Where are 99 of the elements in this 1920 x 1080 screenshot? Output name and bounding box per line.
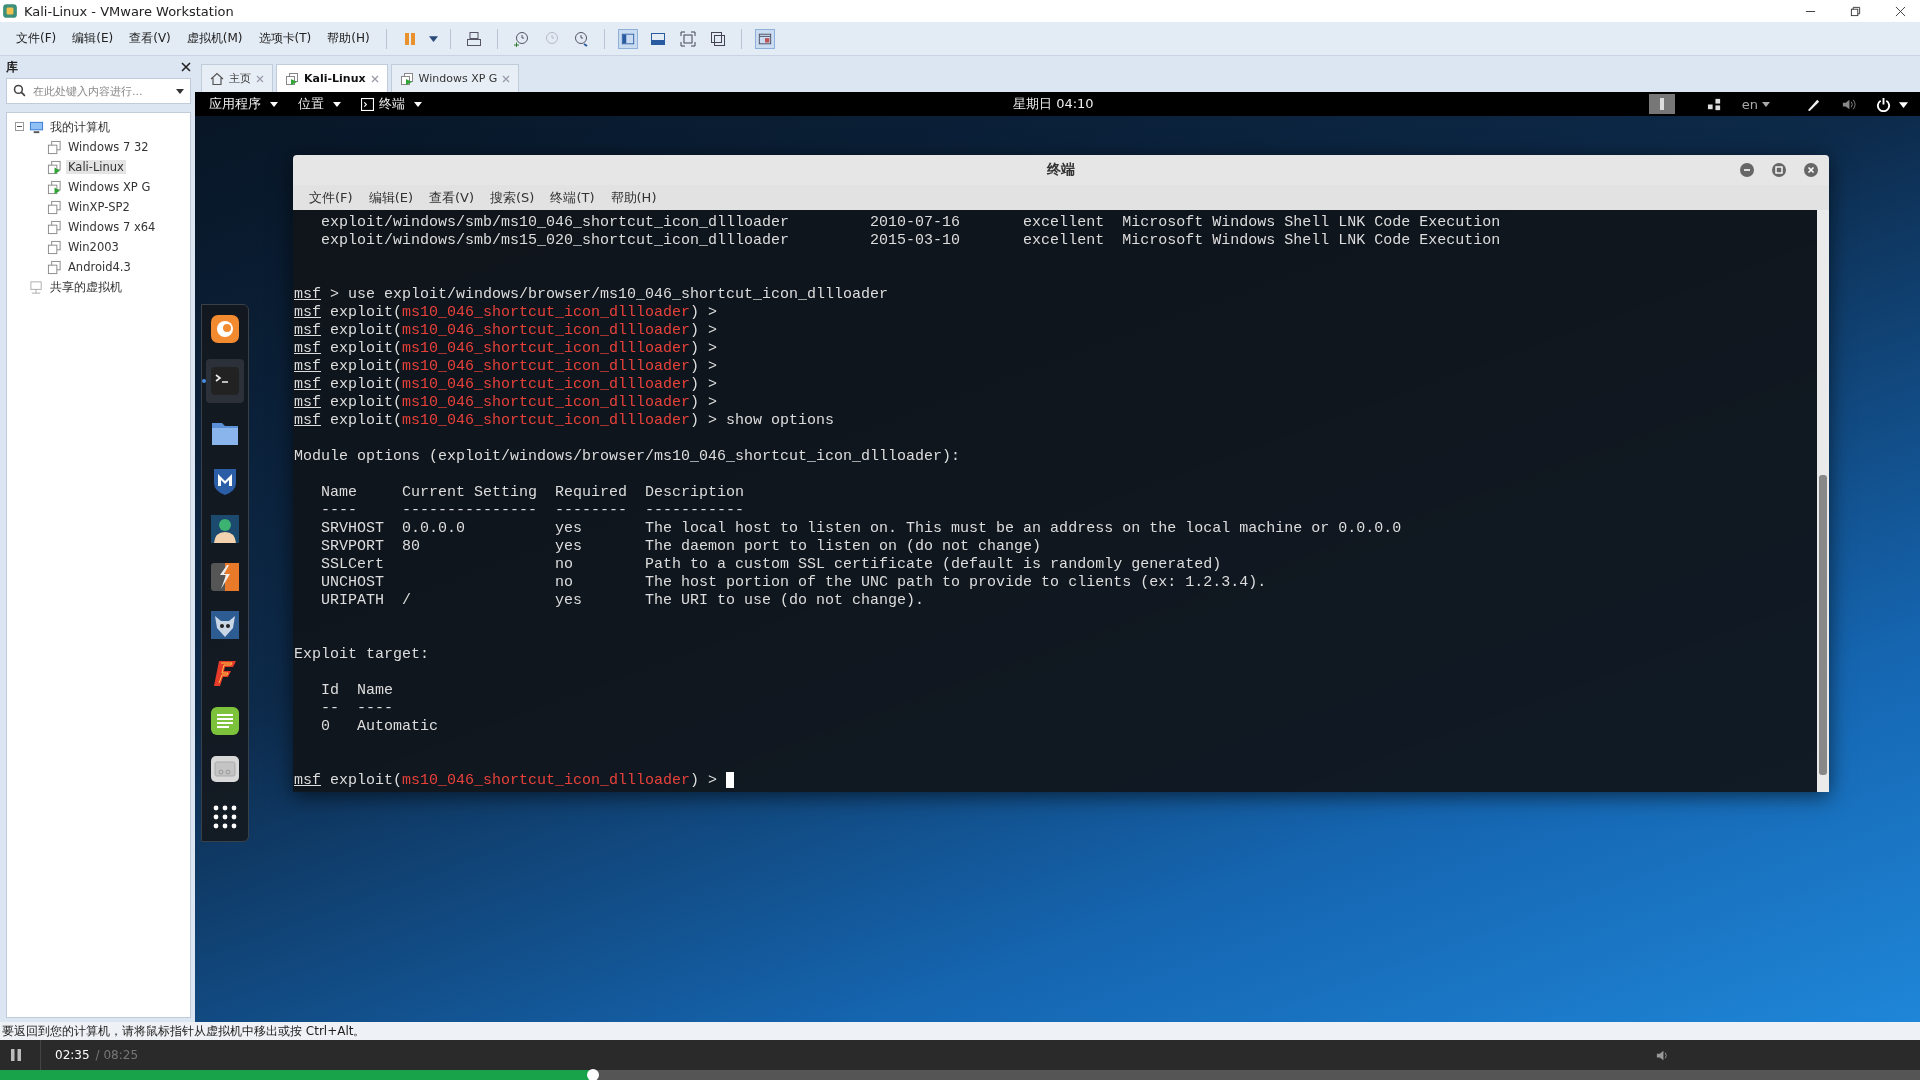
collapse-toggle[interactable] [15,122,25,132]
menu-item[interactable]: 文件(F) [301,188,361,207]
close-icon[interactable] [1803,162,1819,178]
bolt-icon [210,562,240,592]
menu-item[interactable]: 终端(T) [542,188,603,207]
terminal-line: exploit/windows/smb/ms10_046_shortcut_icon_dllloader 2010-07-16 excellent Microsoft Windows Shell LNK Code Execution [320,214,1502,232]
scrollbar[interactable] [1817,210,1829,792]
vm-icon [285,71,299,86]
maximize-icon[interactable] [1771,162,1787,178]
panel-menu[interactable]: 位置 [298,95,341,113]
menu-item[interactable]: 编辑(E) [360,188,421,207]
terminal-line: 0 Automatic [320,718,440,736]
vm-icon [399,71,414,86]
elapsed-time: 02:35 [55,1048,90,1062]
terminal-line: URIPATH / yes The URI to use (do not change). [320,592,926,610]
window-title: Kali-Linux - VMware Workstation [24,3,234,19]
terminal-line: msf exploit(ms10_046_shortcut_icon_dllloader) > [294,340,718,357]
panel-menu[interactable]: 终端 [361,95,422,113]
terminal-line: UNCHOST no The host portion of the UNC path to provide to clients (ex: 1.2.3.4). [320,574,1268,592]
terminal-line: SRVHOST 0.0.0.0 yes The local host to listen on. This must be an address on the local machine or 0.0.0.0 [320,520,1403,538]
terminal-title: 终端 [1047,161,1075,179]
terminal-line: msf exploit(ms10_046_shortcut_icon_dllloader) > [294,304,718,321]
minimize-icon[interactable] [1739,162,1755,178]
total-time: / 08:25 [95,1048,139,1062]
tree-item[interactable]: 共享的虚拟机 [48,279,124,295]
caret-icon [333,100,341,108]
tab[interactable]: Kali-Linux [276,64,388,92]
close-icon[interactable] [181,62,191,72]
clock[interactable]: 星期日 04:10 [1013,95,1094,113]
tree-item[interactable]: Windows XP G [66,180,153,194]
terminal-line: SSLCert no Path to a custom SSL certificate (default is randomly generated) [320,556,1223,574]
terminal-line: exploit/windows/smb/ms15_020_shortcut_icon_dllloader 2015-03-10 excellent Microsoft Windows Shell LNK Code Execution [320,232,1502,250]
terminal-line: Name Current Setting Required Description [320,484,746,502]
app-icon [2,3,18,19]
menu-item[interactable]: 文件(F) [8,30,65,47]
power-icon[interactable] [1876,96,1891,112]
menu-item[interactable]: 编辑(E) [64,30,122,47]
tree-item[interactable]: Win2003 [66,240,121,254]
caret-icon [414,100,422,108]
menu-item[interactable]: 帮助(H) [319,30,378,47]
workspace-icon[interactable] [1648,94,1675,114]
tree-item[interactable]: Android4.3 [66,260,133,274]
caret-icon[interactable] [428,34,438,43]
caret-icon[interactable] [1899,99,1908,109]
tab-label: Windows XP G [418,72,498,85]
terminal-line: msf exploit(ms10_046_shortcut_icon_dllloader) > [294,394,718,411]
browser-icon [210,314,240,344]
person-icon [210,514,240,544]
notepad-icon [210,706,240,736]
terminal-line: Exploit target: [294,646,431,664]
menu-item[interactable]: 帮助(H) [602,188,665,207]
tree-item[interactable]: Windows 7 x64 [66,220,158,234]
library-title: 库 [6,58,18,76]
caret-icon [1762,100,1770,108]
panel-menu[interactable]: 应用程序 [209,95,278,113]
drive-icon [210,754,240,784]
search-field[interactable]: 在此处键入内容进行... [6,78,191,104]
computer-icon [29,119,44,135]
menu-item[interactable]: 虚拟机(M) [178,30,251,47]
network-icon[interactable] [1706,96,1722,112]
sidebar-view-icon[interactable] [617,28,638,49]
terminal-line: msf exploit(ms10_046_shortcut_icon_dllloader) > [294,358,718,375]
terminal-line: msf > use exploit/windows/browser/ms10_046_shortcut_icon_dllloader [294,286,889,303]
pause-icon[interactable] [10,1048,22,1062]
shared-icon [29,279,44,295]
restore-icon[interactable] [1850,5,1861,17]
menu-item[interactable]: 搜索(S) [482,188,543,207]
terminal-line: Module options (exploit/windows/browser/ms10_046_shortcut_icon_dllloader): [294,448,962,466]
menu-item[interactable]: 查看(V) [421,188,483,207]
search-icon [13,84,26,97]
tree-item[interactable]: Kali-Linux [66,160,126,174]
terminal-line: msf exploit(ms10_046_shortcut_icon_dllloader) > [294,772,718,789]
caret-icon [270,100,278,108]
menu-item[interactable]: 选项卡(T) [250,30,320,47]
terminal-line: msf exploit(ms10_046_shortcut_icon_dllloader) > [294,376,718,393]
terminal-icon [361,97,374,111]
terminal-line: ---- --------------- -------- ----------- [320,502,746,520]
wolf-icon [210,610,240,640]
caret-icon[interactable] [176,87,184,95]
view-options-icon[interactable] [754,28,775,49]
close-icon[interactable] [1895,5,1906,17]
menu-item[interactable]: 查看(V) [121,30,179,47]
terminal-icon [210,366,240,396]
tab[interactable]: 主页 [201,64,273,92]
terminal-line: SRVPORT 80 yes The daemon port to listen on (do not change) [320,538,1043,556]
tree-item[interactable]: Windows 7 32 [66,140,151,154]
terminal-line: msf exploit(ms10_046_shortcut_icon_dllloader) > show options [294,412,835,429]
progress-handle[interactable] [587,1069,600,1080]
home-icon [210,71,224,86]
tree-item[interactable]: 我的计算机 [48,119,112,135]
terminal-line: -- ---- [320,700,395,718]
tab-label: 主页 [229,71,251,86]
tab[interactable]: Windows XP G [390,64,520,92]
status-message: 要返回到您的计算机，请将鼠标指针从虚拟机中移出或按 Ctrl+Alt。 [2,1022,366,1040]
terminal-line: Id Name [320,682,395,700]
tree-item[interactable]: WinXP-SP2 [66,200,132,214]
language-selector[interactable]: en [1741,96,1770,112]
tab-label: Kali-Linux [304,72,366,85]
terminal-line: msf exploit(ms10_046_shortcut_icon_dllloader) > [294,322,718,339]
